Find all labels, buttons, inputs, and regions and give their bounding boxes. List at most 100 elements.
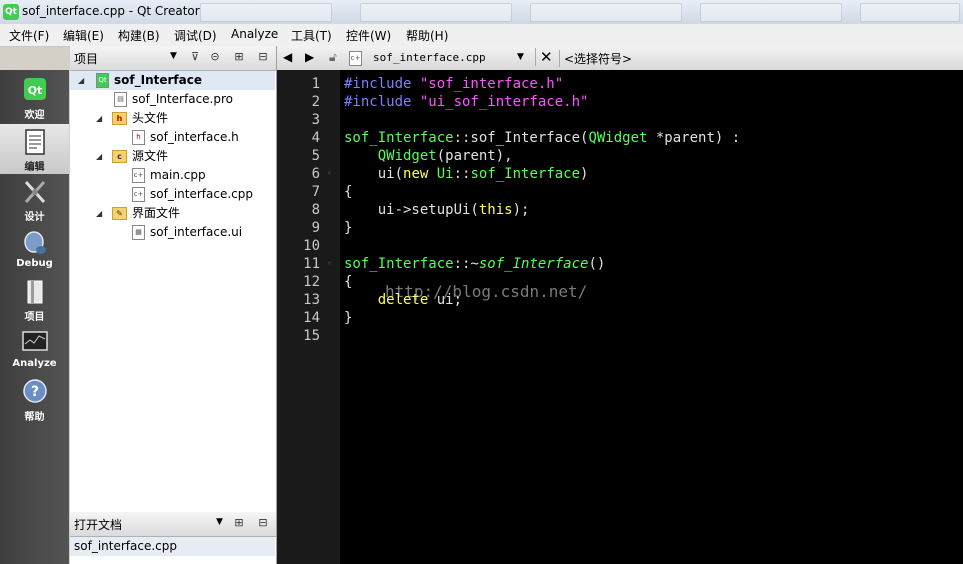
line-number: 15	[303, 328, 320, 344]
mode-analyze[interactable]: Analyze	[0, 324, 69, 374]
tree-label: main.cpp	[150, 168, 206, 182]
qt-project-icon: Qt	[96, 73, 109, 88]
code-token: sof_Interface	[344, 256, 454, 272]
code-line[interactable]: sof_Interface::sof_Interface(QWidget *pa…	[344, 129, 740, 147]
code-token: this	[478, 202, 513, 218]
code-line[interactable]: {	[344, 183, 352, 201]
qt-logo-icon: Qt	[3, 4, 19, 20]
expand-arrow-icon[interactable]: ◢	[96, 109, 102, 128]
line-number: 2	[311, 94, 320, 110]
mode-design[interactable]: 设计	[0, 174, 69, 224]
sources-folder-icon: c	[112, 150, 127, 163]
forward-arrow-icon[interactable]: ▶	[305, 50, 314, 64]
sync-link-icon[interactable]: ⊝	[208, 50, 222, 64]
code-token: new	[403, 166, 429, 182]
tree-label: sof_Interface.pro	[132, 92, 233, 106]
code-editor[interactable]: 1 2 3 4 5 6 ◦ 7 8 9 10 11 ◦ 12 13 14 15 #include "sof_in…	[277, 70, 963, 564]
watermark-text: http://blog.csdn.net/	[385, 282, 588, 301]
menu-tools[interactable]: 工具(T)	[291, 27, 332, 44]
mode-selector: Qt 欢迎 编辑 设计 Debug 项目 Analyze ? 帮助	[0, 70, 69, 564]
open-file-selector[interactable]: sof_interface.cpp	[373, 51, 486, 64]
mode-help[interactable]: ? 帮助	[0, 374, 69, 424]
open-document-item[interactable]: sof_interface.cpp	[70, 537, 275, 556]
code-line[interactable]: }	[344, 219, 352, 237]
code-token: ui(	[344, 166, 404, 182]
help-question-icon: ?	[23, 379, 47, 403]
line-number: 5	[311, 148, 320, 164]
open-document-label: sof_interface.cpp	[74, 539, 177, 553]
menu-build[interactable]: 构建(B)	[118, 27, 160, 44]
close-pane-icon[interactable]: ⊟	[256, 516, 270, 530]
code-line[interactable]: ui->setupUi(this);	[344, 201, 530, 219]
code-token: *parent) :	[647, 130, 741, 146]
mode-debug[interactable]: Debug	[0, 224, 69, 274]
menu-help[interactable]: 帮助(H)	[406, 27, 448, 44]
close-pane-icon[interactable]: ⊟	[256, 50, 270, 64]
mode-label: Debug	[16, 258, 53, 269]
code-token: sof_Interface	[478, 256, 589, 272]
expand-arrow-icon[interactable]: ◢	[96, 204, 102, 223]
code-line[interactable]: #include "sof_interface.h"	[344, 75, 563, 93]
svg-text:?: ?	[31, 384, 39, 400]
close-icon[interactable]: ✕	[535, 48, 553, 66]
debug-bug-icon	[24, 231, 46, 254]
background-window-ghost	[860, 3, 960, 22]
split-icon[interactable]: ⊞	[232, 516, 246, 530]
chevron-down-icon[interactable]: ▼	[216, 517, 223, 527]
code-token: QWidget	[377, 148, 437, 164]
open-documents-toolbar: 打开文档 ▼ ⊞ ⊟	[70, 512, 276, 537]
fold-marker-icon[interactable]: ◦	[327, 255, 332, 273]
code-token: Ui	[436, 166, 454, 182]
code-token: );	[512, 202, 530, 218]
symbol-selector[interactable]: <选择符号>	[559, 50, 632, 67]
tree-row-project[interactable]: ◢ Qt sof_Interface	[70, 71, 275, 90]
mode-label: Analyze	[12, 358, 57, 369]
filter-icon[interactable]: ⊽	[188, 50, 202, 64]
code-line[interactable]: ui(new Ui::sof_Interface)	[344, 165, 589, 183]
expand-arrow-icon[interactable]: ◢	[96, 147, 102, 166]
mode-welcome[interactable]: Qt 欢迎	[0, 72, 69, 122]
open-documents-label[interactable]: 打开文档	[74, 516, 122, 533]
code-line[interactable]: QWidget(parent),	[344, 147, 513, 165]
line-number: 13	[303, 292, 320, 308]
menu-edit[interactable]: 编辑(E)	[63, 27, 104, 44]
split-icon[interactable]: ⊞	[232, 50, 246, 64]
mode-label: 项目	[24, 312, 45, 323]
design-pen-icon	[24, 180, 46, 204]
menu-widgets[interactable]: 控件(W)	[346, 27, 391, 44]
background-window-ghost	[200, 3, 332, 22]
line-number: 1	[311, 76, 320, 92]
code-line[interactable]: #include "ui_sof_interface.h"	[344, 93, 588, 111]
cpp-file-icon: c+	[349, 51, 362, 66]
projects-toolbar: 项目 ▼ ⊽ ⊝ ⊞ ⊟	[70, 46, 276, 71]
analyze-monitor-icon	[22, 331, 48, 351]
expand-arrow-icon[interactable]: ◢	[78, 71, 84, 90]
code-token: {	[344, 184, 353, 200]
menu-file[interactable]: 文件(F)	[9, 27, 49, 44]
chevron-down-icon[interactable]: ▼	[170, 51, 177, 61]
menu-analyze[interactable]: Analyze	[231, 27, 278, 41]
chevron-down-icon[interactable]: ▼	[517, 52, 524, 62]
code-token: ()	[588, 256, 606, 272]
fold-marker-icon[interactable]: ◦	[327, 165, 332, 183]
code-token: sof_Interface	[470, 166, 581, 182]
editor-toolbar: ◀ ▶ 🔓︎ c+ sof_interface.cpp ▼ ✕ <选择符号>	[277, 46, 963, 71]
line-number-gutter: 1 2 3 4 5 6 ◦ 7 8 9 10 11 ◦ 12 13 14 15	[277, 70, 340, 564]
code-line[interactable]: {	[344, 273, 352, 291]
mode-projects[interactable]: 项目	[0, 274, 69, 324]
line-number: 8	[311, 202, 320, 218]
code-token: ::sof_Interface(	[453, 130, 589, 146]
back-arrow-icon[interactable]: ◀	[283, 50, 292, 64]
menu-debug[interactable]: 调试(D)	[174, 27, 217, 44]
code-token: )	[580, 166, 589, 182]
background-window-ghost	[700, 3, 842, 22]
code-token: {	[344, 274, 353, 290]
mode-edit[interactable]: 编辑	[0, 124, 69, 174]
code-line[interactable]: }	[344, 309, 352, 327]
projects-view-selector[interactable]: 项目	[74, 50, 98, 67]
code-token: }	[344, 310, 353, 326]
code-line[interactable]: sof_Interface::~sof_Interface()	[344, 255, 605, 273]
